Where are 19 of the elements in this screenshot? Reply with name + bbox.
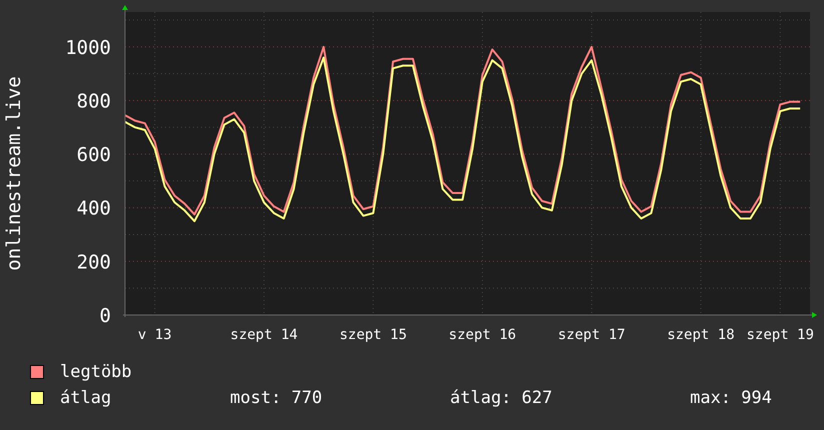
x-tick-label: szept 15 xyxy=(339,327,407,343)
y-tick-label: 1000 xyxy=(65,36,111,59)
legend-label: legtöbb xyxy=(60,362,133,382)
stat-value: max: 994 xyxy=(690,388,773,408)
x-tick-label: v 13 xyxy=(138,327,172,343)
x-tick-label: szept 16 xyxy=(448,327,516,343)
x-tick-label: szept 14 xyxy=(230,327,298,343)
y-tick-label: 800 xyxy=(76,90,111,112)
y-axis-title: onlinestream.live xyxy=(3,76,25,271)
x-tick-label: szept 19 xyxy=(746,327,814,343)
y-tick-label: 400 xyxy=(76,198,111,220)
y-tick-label: 0 xyxy=(100,305,111,327)
stat-value: most: 770 xyxy=(230,388,324,408)
y-tick-label: 600 xyxy=(76,144,111,166)
legend-label: átlag xyxy=(60,388,112,408)
x-tick-label: szept 18 xyxy=(667,327,735,343)
stat-value: átlag: 627 xyxy=(450,388,554,408)
x-tick-label: szept 17 xyxy=(558,327,626,343)
y-tick-label: 200 xyxy=(76,251,111,274)
